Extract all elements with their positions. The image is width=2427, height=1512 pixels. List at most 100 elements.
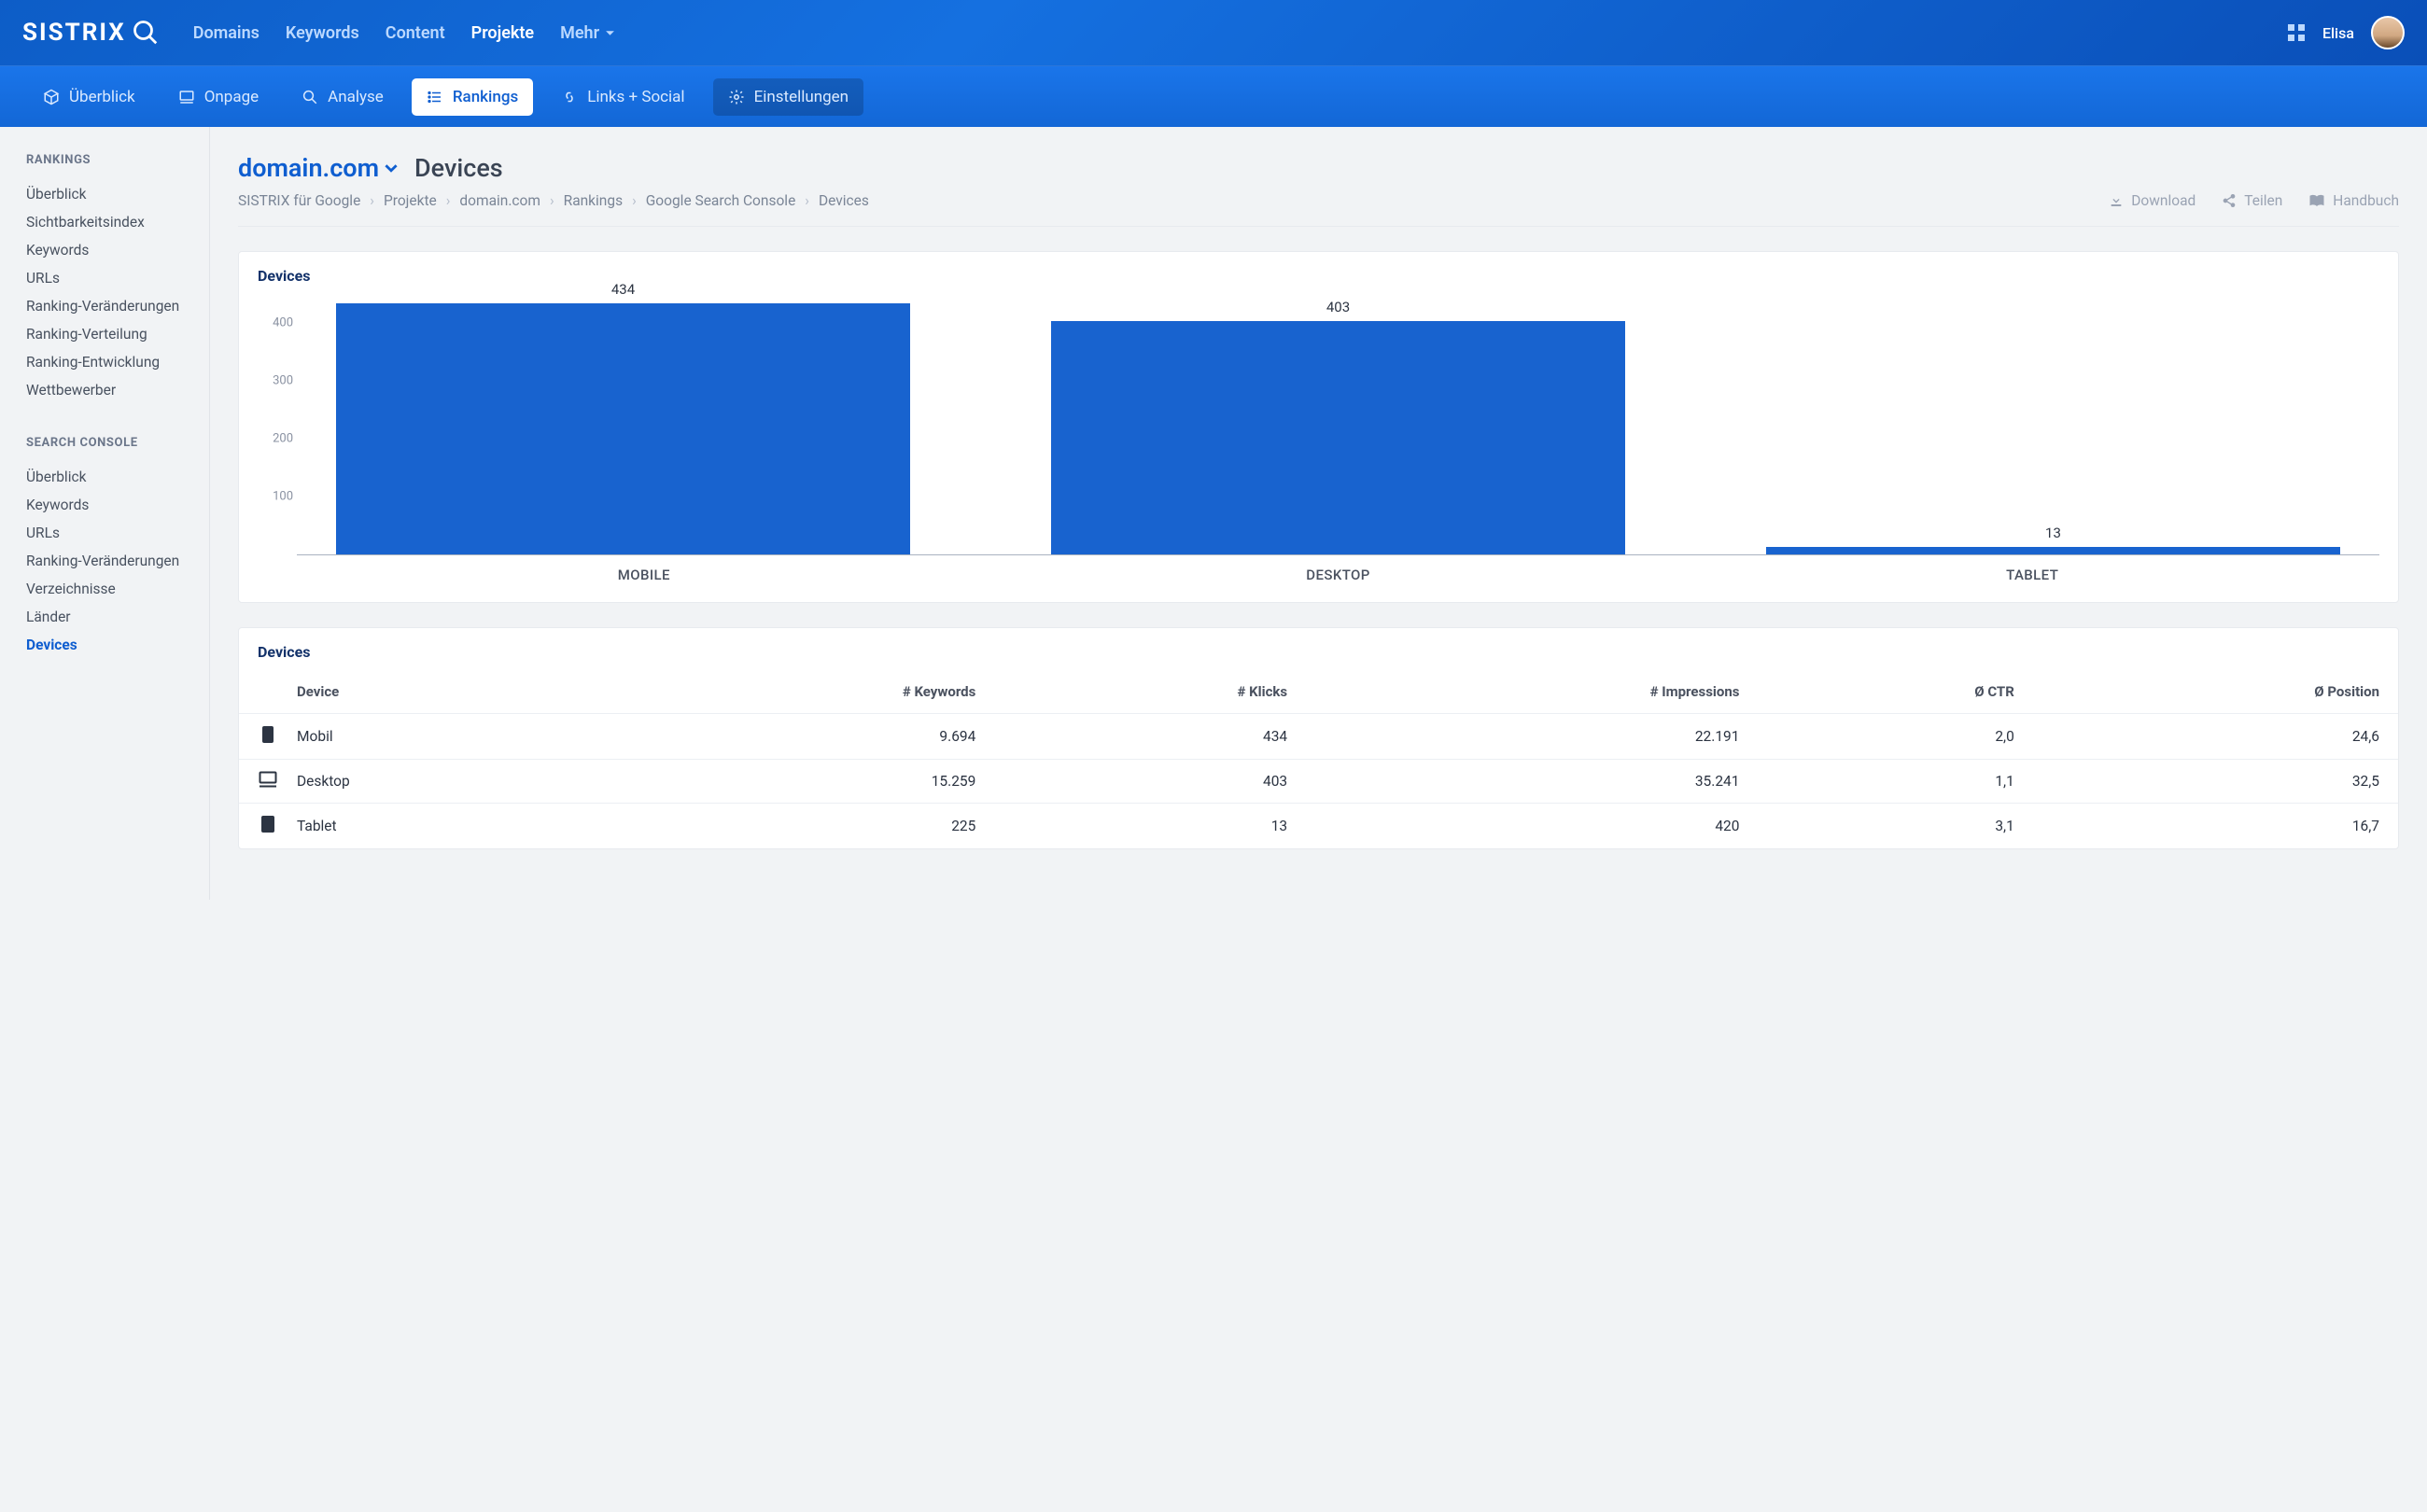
chart-ytick: 200 (258, 432, 293, 446)
cell-klicks: 434 (994, 714, 1306, 760)
chart-ytick: 300 (258, 374, 293, 388)
domain-name: domain.com (238, 153, 379, 183)
chart-ytick: 100 (258, 490, 293, 504)
apps-grid-icon[interactable] (2287, 23, 2306, 42)
sidebar-heading-rankings: RANKINGS (26, 153, 209, 167)
cell-klicks: 403 (994, 760, 1306, 804)
breadcrumb-item[interactable]: SISTRIX für Google (238, 192, 360, 209)
th-impressions[interactable]: # Impressions (1306, 670, 1758, 714)
nav-projekte[interactable]: Projekte (471, 23, 534, 43)
cell-impressions: 22.191 (1306, 714, 1758, 760)
cell-keywords: 9.694 (600, 714, 995, 760)
sidebar-rankings-urls[interactable]: URLs (26, 264, 209, 292)
chart-category-label: MOBILE (297, 555, 991, 583)
nav-domains[interactable]: Domains (193, 23, 260, 43)
breadcrumb: SISTRIX für Google› Projekte› domain.com… (238, 192, 869, 209)
caret-down-icon (605, 28, 615, 38)
chart-category-label: TABLET (1685, 555, 2379, 583)
breadcrumb-item[interactable]: Google Search Console (646, 192, 796, 209)
nav-content[interactable]: Content (386, 23, 445, 43)
cell-device: Desktop (278, 760, 600, 804)
cell-klicks: 13 (994, 804, 1306, 849)
nav-mehr-label: Mehr (560, 23, 599, 43)
subnav-ueberblick[interactable]: Überblick (28, 78, 150, 116)
sidebar-sc-devices[interactable]: Devices (26, 631, 209, 659)
monitor-icon (178, 89, 195, 105)
domain-selector[interactable]: domain.com (238, 153, 398, 183)
devices-chart-card: Devices 43440313 100200300400 MOBILEDESK… (238, 251, 2399, 603)
sidebar-rankings-entwicklung[interactable]: Ranking-Entwicklung (26, 348, 209, 376)
cell-impressions: 420 (1306, 804, 1758, 849)
sidebar-sc-ueberblick[interactable]: Überblick (26, 463, 209, 491)
cube-icon (43, 89, 60, 105)
subnav-einstellungen[interactable]: Einstellungen (713, 78, 864, 116)
user-name[interactable]: Elisa (2322, 24, 2354, 42)
cell-position: 24,6 (2033, 714, 2398, 760)
handbook-button[interactable]: Handbuch (2308, 192, 2399, 209)
chart-bar[interactable] (1051, 321, 1625, 554)
link-icon (561, 89, 578, 105)
download-icon (2109, 193, 2124, 208)
search-icon (132, 19, 160, 47)
sidebar-rankings-verteilung[interactable]: Ranking-Verteilung (26, 320, 209, 348)
th-ctr[interactable]: Ø CTR (1758, 670, 2032, 714)
breadcrumb-item[interactable]: Devices (819, 192, 869, 209)
sidebar-rankings-keywords[interactable]: Keywords (26, 236, 209, 264)
table-row[interactable]: Tablet225134203,116,7 (239, 804, 2398, 849)
sidebar-rankings-wettbewerber[interactable]: Wettbewerber (26, 376, 209, 404)
chart-bar-value: 13 (1727, 525, 2379, 541)
sidebar-sc-laender[interactable]: Länder (26, 603, 209, 631)
sidebar-sc-urls[interactable]: URLs (26, 519, 209, 547)
cell-keywords: 225 (600, 804, 995, 849)
sidebar-sc-verzeichnisse[interactable]: Verzeichnisse (26, 575, 209, 603)
mobile-icon (239, 714, 278, 760)
brand-text: SISTRIX (22, 19, 126, 47)
chevron-down-icon (385, 161, 398, 175)
table-row[interactable]: Mobil9.69443422.1912,024,6 (239, 714, 2398, 760)
th-position[interactable]: Ø Position (2033, 670, 2398, 714)
breadcrumb-item[interactable]: domain.com (459, 192, 540, 209)
th-keywords[interactable]: # Keywords (600, 670, 995, 714)
table-row[interactable]: Desktop15.25940335.2411,132,5 (239, 760, 2398, 804)
subnav-rankings[interactable]: Rankings (412, 78, 533, 116)
subnav-onpage[interactable]: Onpage (163, 78, 274, 116)
brand-logo[interactable]: SISTRIX (22, 19, 160, 47)
cell-position: 32,5 (2033, 760, 2398, 804)
desktop-icon (239, 760, 278, 804)
avatar[interactable] (2371, 16, 2405, 49)
cell-ctr: 1,1 (1758, 760, 2032, 804)
sidebar-sc-veraenderungen[interactable]: Ranking-Veränderungen (26, 547, 209, 575)
chart-bar[interactable] (1766, 547, 2340, 554)
th-klicks[interactable]: # Klicks (994, 670, 1306, 714)
gear-icon (728, 89, 745, 105)
devices-bar-chart: 43440313 100200300400 (297, 294, 2379, 555)
sidebar-heading-search-console: SEARCH CONSOLE (26, 436, 209, 450)
subnav-links-social[interactable]: Links + Social (546, 78, 699, 116)
cell-device: Tablet (278, 804, 600, 849)
nav-mehr[interactable]: Mehr (560, 23, 615, 43)
chart-ytick: 400 (258, 316, 293, 330)
sidebar-rankings-veraenderungen[interactable]: Ranking-Veränderungen (26, 292, 209, 320)
list-icon (427, 89, 443, 105)
breadcrumb-item[interactable]: Rankings (564, 192, 623, 209)
cell-position: 16,7 (2033, 804, 2398, 849)
chart-bar-value: 403 (1012, 299, 1664, 315)
chart-bar[interactable] (336, 303, 910, 554)
nav-keywords[interactable]: Keywords (286, 23, 359, 43)
sidebar-rankings-ueberblick[interactable]: Überblick (26, 180, 209, 208)
devices-table-card: Devices Device # Keywords # Klicks # Imp… (238, 627, 2399, 849)
table-title: Devices (239, 628, 2398, 670)
cell-ctr: 3,1 (1758, 804, 2032, 849)
chart-bar-value: 434 (297, 281, 949, 298)
breadcrumb-item[interactable]: Projekte (384, 192, 437, 209)
th-device[interactable]: Device (278, 670, 600, 714)
download-button[interactable]: Download (2109, 192, 2196, 209)
subnav-analyse[interactable]: Analyse (287, 78, 399, 116)
chart-category-label: DESKTOP (991, 555, 1686, 583)
tablet-icon (239, 804, 278, 849)
page-title: Devices (414, 153, 503, 183)
sidebar-sc-keywords[interactable]: Keywords (26, 491, 209, 519)
cell-device: Mobil (278, 714, 600, 760)
share-button[interactable]: Teilen (2222, 192, 2282, 209)
sidebar-rankings-sichtbarkeitsindex[interactable]: Sichtbarkeitsindex (26, 208, 209, 236)
